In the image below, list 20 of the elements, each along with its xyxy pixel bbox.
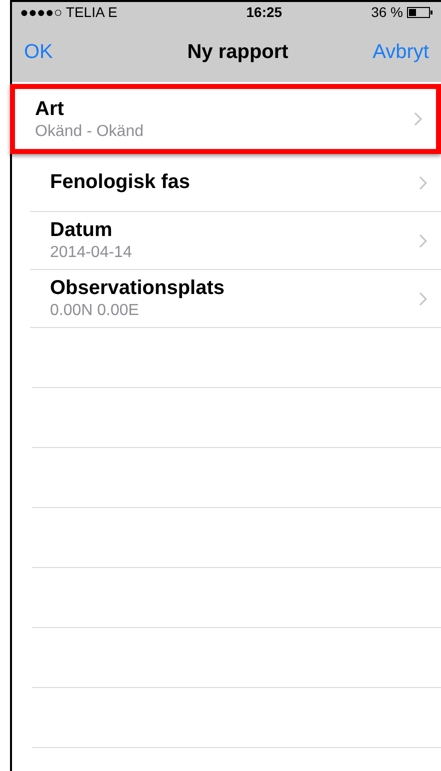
chevron-icon xyxy=(419,234,427,248)
time-text: 16:25 xyxy=(246,2,282,22)
row-value: Okänd - Okänd xyxy=(35,122,144,142)
form-row[interactable]: Fenologisk fas xyxy=(30,154,441,212)
form-row[interactable]: Art Okänd - Okänd xyxy=(10,84,441,154)
row-title: Datum xyxy=(50,218,114,243)
carrier-text: ●●●●○ TELIA E xyxy=(20,2,118,22)
battery-icon xyxy=(406,6,433,18)
row-value: 2014-04-14 xyxy=(50,243,132,263)
chevron-icon xyxy=(419,176,427,190)
form-row[interactable]: Observationsplats 0.00N 0.00E xyxy=(30,270,441,328)
battery-text: 36 % xyxy=(371,2,403,22)
row-title: Fenologisk fas xyxy=(50,170,190,195)
nav-title: Ny rapport xyxy=(187,40,288,65)
row-title: Art xyxy=(35,96,65,122)
chevron-icon xyxy=(419,292,427,306)
row-title: Observationsplats xyxy=(50,276,225,301)
form-row[interactable]: Datum 2014-04-14 xyxy=(30,212,441,270)
chevron-icon xyxy=(414,112,422,126)
row-value: 0.00N 0.00E xyxy=(50,301,140,321)
